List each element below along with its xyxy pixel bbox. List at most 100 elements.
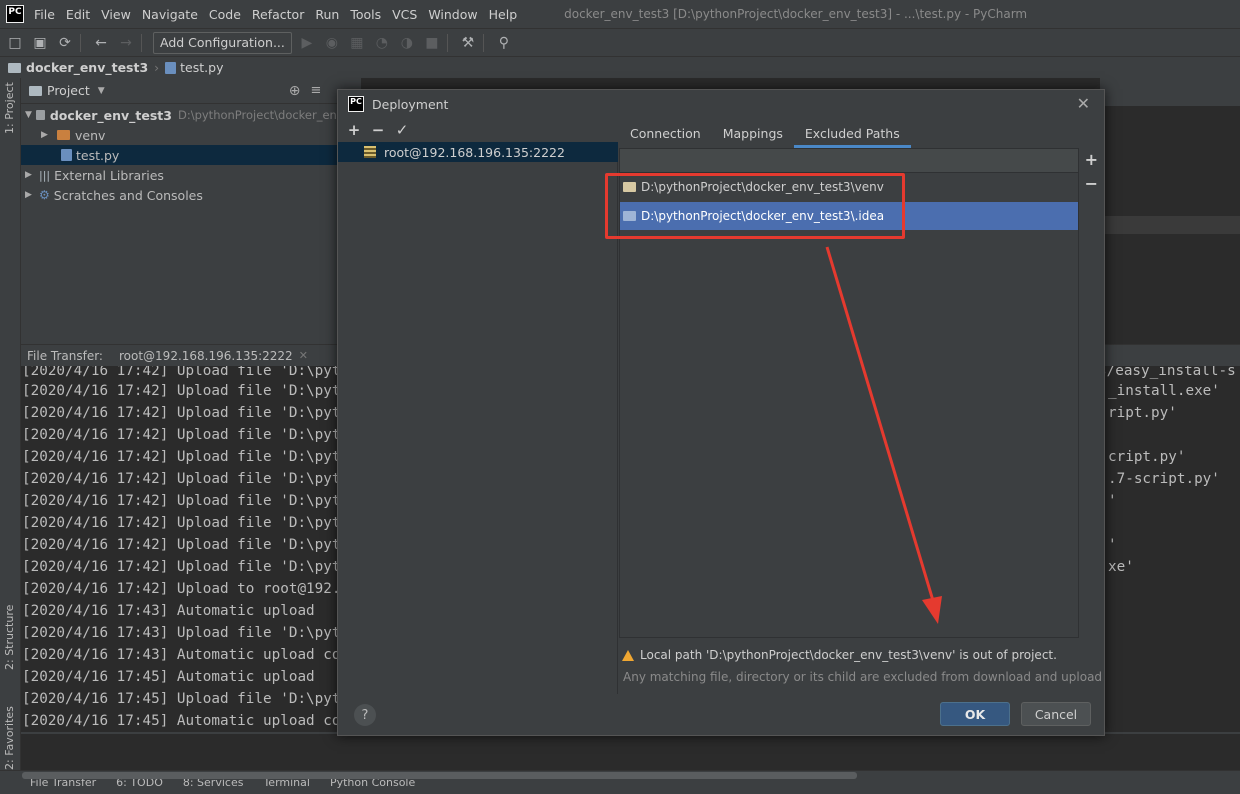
- dialog-title-bar: PC Deployment ✕: [338, 90, 1104, 118]
- menu-bar: PC File Edit View Navigate Code Refactor…: [0, 0, 1240, 28]
- expand-arrow-icon[interactable]: ▶: [25, 170, 37, 180]
- log-line: [2020/4/16 17:45] Automatic upload: [22, 669, 315, 685]
- cancel-button[interactable]: Cancel: [1021, 702, 1091, 726]
- folder-icon: [8, 62, 21, 73]
- server-item[interactable]: root@192.168.196.135:2222: [338, 142, 618, 162]
- expand-arrow-icon[interactable]: ▼: [25, 110, 34, 120]
- remove-path-icon[interactable]: −: [1085, 174, 1098, 193]
- tree-item-venv[interactable]: ▶ venv: [21, 125, 361, 145]
- window-title: docker_env_test3 [D:\pythonProject\docke…: [564, 7, 1028, 21]
- log-line: [2020/4/16 17:45] Automatic upload co: [22, 713, 341, 729]
- close-icon[interactable]: ✕: [299, 349, 308, 362]
- remove-server-icon[interactable]: −: [370, 121, 386, 139]
- log-line: [2020/4/16 17:42] Upload file 'D:\pyt: [22, 383, 341, 399]
- tree-item-scratches[interactable]: ▶ ⚙ Scratches and Consoles: [21, 185, 361, 205]
- folder-icon: [623, 211, 636, 221]
- log-line: [2020/4/16 17:42] Upload file 'D:\pyt: [22, 449, 341, 465]
- tree-item-external-libraries[interactable]: ▶ ||| External Libraries: [21, 165, 361, 185]
- warning-icon: [622, 649, 634, 661]
- log-line-tail: xe': [1108, 559, 1134, 575]
- log-line-tail: _install.exe': [1108, 383, 1220, 399]
- debug-icon[interactable]: ◉: [322, 33, 342, 53]
- python-file-icon: [61, 149, 72, 161]
- open-folder-icon[interactable]: □: [5, 33, 25, 53]
- horizontal-scrollbar[interactable]: [22, 772, 857, 779]
- close-icon[interactable]: ✕: [1077, 94, 1090, 113]
- log-line: [2020/4/16 17:43] Upload file 'D:\pyt: [22, 625, 341, 641]
- menu-help[interactable]: Help: [489, 7, 518, 22]
- file-transfer-server-tab[interactable]: root@192.168.196.135:2222: [119, 349, 293, 363]
- locate-icon[interactable]: ⊕: [289, 83, 301, 99]
- add-server-icon[interactable]: +: [346, 121, 362, 139]
- log-line-tail: .7-script.py': [1108, 471, 1220, 487]
- coverage-icon[interactable]: ▦: [347, 33, 367, 53]
- save-icon[interactable]: ▣: [30, 33, 50, 53]
- concurrency-icon[interactable]: ◑: [397, 33, 417, 53]
- toolbar-separator: [80, 33, 81, 52]
- expand-arrow-icon[interactable]: ▶: [25, 190, 37, 200]
- add-configuration-button[interactable]: Add Configuration...: [153, 31, 292, 54]
- log-line-tail: ript.py': [1108, 405, 1177, 421]
- toolbar-separator: [446, 33, 448, 52]
- set-default-check-icon[interactable]: ✓: [394, 121, 410, 139]
- forward-arrow-icon[interactable]: →: [116, 33, 136, 53]
- log-line-tail: cript.py': [1108, 449, 1186, 465]
- menu-window[interactable]: Window: [428, 7, 477, 22]
- menu-refactor[interactable]: Refactor: [252, 7, 304, 22]
- wrench-icon[interactable]: ⚒: [458, 33, 478, 53]
- main-toolbar: □ ▣ ⟳ ← → Add Configuration... ▶ ◉ ▦ ◔ ◑…: [0, 28, 1240, 56]
- stop-icon[interactable]: ■: [422, 33, 442, 53]
- tab-mappings[interactable]: Mappings: [712, 118, 794, 148]
- sftp-server-icon: [364, 146, 376, 158]
- dialog-title: Deployment: [372, 96, 449, 112]
- tab-favorites[interactable]: 2: Favorites: [3, 706, 16, 770]
- project-panel-header: Project ▼ ⊕ ≡: [21, 78, 361, 104]
- warning-message: Local path 'D:\pythonProject\docker_env_…: [619, 645, 1099, 665]
- library-icon: |||: [39, 168, 51, 182]
- menu-vcs[interactable]: VCS: [392, 7, 417, 22]
- profile-icon[interactable]: ◔: [372, 33, 392, 53]
- python-file-icon: [165, 61, 177, 74]
- project-view-selector[interactable]: Project: [47, 83, 90, 98]
- back-arrow-icon[interactable]: ←: [91, 33, 111, 53]
- tab-project[interactable]: 1: Project: [3, 82, 16, 134]
- menu-navigate[interactable]: Navigate: [142, 7, 198, 22]
- folder-icon: [35, 110, 45, 120]
- log-line: [2020/4/16 17:42] Upload file 'D:\pyt: [22, 515, 341, 531]
- excluded-paths-list: D:\pythonProject\docker_env_test3\venv D…: [619, 148, 1079, 638]
- search-icon[interactable]: ⚲: [494, 33, 514, 53]
- chevron-down-icon[interactable]: ▼: [98, 86, 105, 96]
- tree-root[interactable]: ▼ docker_env_test3 D:\pythonProject\dock…: [21, 105, 361, 125]
- scratches-icon: ⚙: [39, 188, 50, 202]
- tab-excluded-paths[interactable]: Excluded Paths: [793, 118, 911, 148]
- left-tool-strip: 1: Project 2: Structure 2: Favorites: [0, 78, 21, 778]
- ok-button[interactable]: OK: [940, 702, 1010, 726]
- add-path-icon[interactable]: +: [1085, 150, 1098, 169]
- tab-connection[interactable]: Connection: [619, 118, 712, 148]
- editor-area: [1100, 78, 1240, 344]
- sync-icon[interactable]: ⟳: [55, 33, 75, 53]
- help-button[interactable]: ?: [354, 704, 376, 726]
- menu-view[interactable]: View: [101, 7, 131, 22]
- toolbar-separator: [141, 33, 142, 52]
- hint-text: Any matching file, directory or its chil…: [623, 670, 1103, 684]
- menu-edit[interactable]: Edit: [66, 7, 90, 22]
- tree-item-test-py[interactable]: test.py: [21, 145, 361, 165]
- tab-structure[interactable]: 2: Structure: [3, 605, 16, 670]
- menu-tools[interactable]: Tools: [350, 7, 381, 22]
- toolbar-separator: [482, 33, 484, 52]
- excluded-path-row[interactable]: D:\pythonProject\docker_env_test3\venv: [620, 173, 1078, 201]
- menu-file[interactable]: File: [34, 7, 55, 22]
- breadcrumb-project[interactable]: docker_env_test3: [8, 60, 148, 75]
- menu-code[interactable]: Code: [209, 7, 241, 22]
- deployment-dialog: PC Deployment ✕ + − ✓ root@192.168.196.1…: [337, 89, 1105, 736]
- log-line: [2020/4/16 17:42] Upload file 'D:\pyt: [22, 493, 341, 509]
- breadcrumb-file[interactable]: › test.py: [154, 60, 223, 75]
- expand-arrow-icon[interactable]: ▶: [41, 130, 53, 140]
- log-line: [2020/4/16 17:43] Automatic upload co: [22, 647, 341, 663]
- excluded-path-row-selected[interactable]: D:\pythonProject\docker_env_test3\.idea: [620, 202, 1078, 230]
- project-icon: [29, 85, 42, 96]
- run-icon[interactable]: ▶: [297, 33, 317, 53]
- collapse-icon[interactable]: ≡: [310, 83, 321, 98]
- menu-run[interactable]: Run: [315, 7, 339, 22]
